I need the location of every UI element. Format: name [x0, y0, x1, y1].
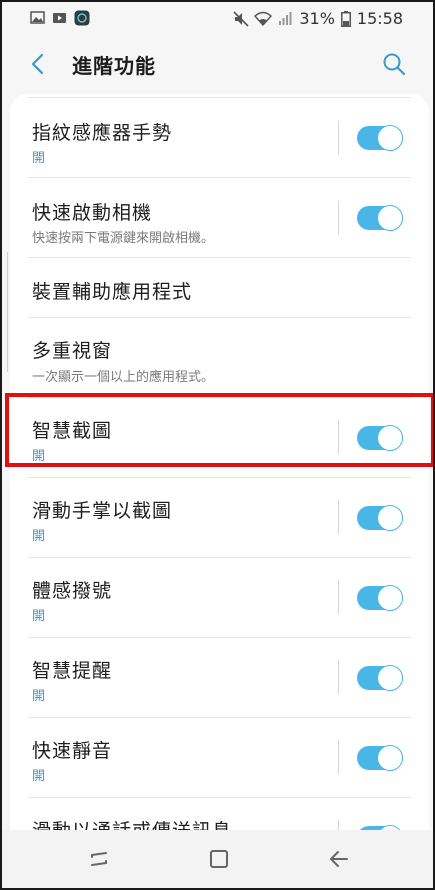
smart-capture-toggle[interactable] — [357, 425, 403, 451]
direct-call-toggle[interactable] — [357, 585, 403, 611]
app-bar: 進階功能 — [2, 36, 433, 92]
app-notification-icon — [74, 10, 90, 26]
smart-alert-toggle[interactable] — [357, 665, 403, 691]
setting-swipe-to-call[interactable]: 滑動以通話或傳送訊息 — [10, 798, 429, 834]
recent-apps-icon — [91, 852, 107, 866]
fingerprint-gestures-toggle[interactable] — [357, 125, 403, 151]
setting-title: 快速啟動相機 — [32, 202, 153, 224]
clock: 15:58 — [356, 9, 403, 28]
signal-icon — [278, 11, 293, 26]
screen: 31% 15:58 進階功能 指紋感應器手勢 開 快速啟動相機 快速按兩下電源鍵… — [0, 0, 435, 890]
setting-fingerprint-gestures[interactable]: 指紋感應器手勢 開 — [10, 98, 429, 178]
battery-percentage: 31% — [299, 9, 335, 28]
wifi-icon — [254, 11, 273, 27]
setting-status: 開 — [32, 529, 46, 544]
setting-smart-capture[interactable]: 智慧截圖 開 — [10, 398, 429, 478]
setting-title: 智慧截圖 — [32, 420, 113, 442]
setting-palm-swipe-capture[interactable]: 滑動手掌以截圖 開 — [10, 478, 429, 558]
video-icon — [52, 10, 67, 25]
setting-status: 開 — [32, 689, 46, 704]
setting-description: 快速按兩下電源鍵來開啟相機。 — [32, 231, 215, 246]
navigation-bar — [2, 830, 433, 888]
setting-status: 開 — [32, 449, 46, 464]
palm-swipe-capture-toggle[interactable] — [357, 505, 403, 531]
setting-title: 滑動手掌以截圖 — [32, 500, 173, 522]
setting-multi-window[interactable]: 多重視窗 一次顯示一個以上的應用程式。 — [10, 318, 429, 398]
setting-title: 智慧提醒 — [32, 660, 113, 682]
status-bar: 31% 15:58 — [2, 2, 433, 36]
setting-device-assistance-app[interactable]: 裝置輔助應用程式 — [10, 258, 429, 318]
back-button[interactable] — [22, 48, 54, 80]
setting-status: 開 — [32, 769, 46, 784]
setting-title: 多重視窗 — [32, 340, 113, 362]
back-arrow-icon — [330, 851, 348, 867]
gallery-icon — [30, 10, 45, 25]
battery-icon — [340, 11, 351, 27]
setting-easy-mute[interactable]: 快速靜音 開 — [10, 718, 429, 798]
chevron-left-icon — [31, 53, 44, 75]
setting-description: 一次顯示一個以上的應用程式。 — [32, 370, 215, 385]
setting-direct-call[interactable]: 體感撥號 開 — [10, 558, 429, 638]
setting-title: 體感撥號 — [32, 580, 113, 602]
home-button[interactable] — [202, 844, 236, 874]
setting-quick-launch-camera[interactable]: 快速啟動相機 快速按兩下電源鍵來開啟相機。 — [10, 178, 429, 258]
edge-panel-handle[interactable] — [4, 252, 8, 372]
setting-smart-alert[interactable]: 智慧提醒 開 — [10, 638, 429, 718]
setting-status: 開 — [32, 609, 46, 624]
easy-mute-toggle[interactable] — [357, 745, 403, 771]
settings-list: 指紋感應器手勢 開 快速啟動相機 快速按兩下電源鍵來開啟相機。 裝置輔助應用程式… — [10, 94, 429, 834]
setting-title: 指紋感應器手勢 — [32, 122, 173, 144]
setting-title: 裝置輔助應用程式 — [32, 281, 193, 303]
quick-launch-camera-toggle[interactable] — [357, 205, 403, 231]
mute-icon — [233, 11, 249, 27]
home-icon — [210, 850, 228, 868]
system-back-button[interactable] — [322, 844, 356, 874]
search-icon — [383, 53, 406, 76]
search-button[interactable] — [377, 47, 411, 81]
setting-title: 快速靜音 — [32, 740, 113, 762]
setting-status: 開 — [32, 151, 46, 166]
recent-apps-button[interactable] — [82, 844, 116, 874]
page-title: 進階功能 — [72, 54, 156, 78]
